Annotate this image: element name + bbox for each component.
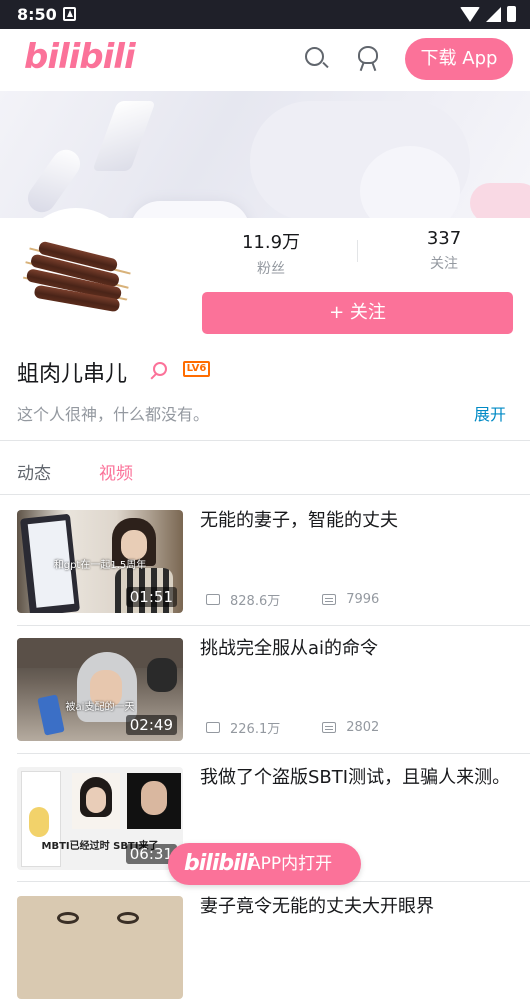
status-icons — [460, 6, 516, 22]
view-count: 226.1万 — [230, 722, 281, 737]
danmaku-icon — [322, 594, 337, 605]
play-count-icon — [206, 722, 220, 733]
followers-label: 粉丝 — [257, 261, 285, 277]
video-item[interactable]: 被ai支配的一天 02:49 挑战完全服从ai的命令 226.1万 2802 — [0, 622, 530, 750]
download-app-button[interactable]: 下载 App — [405, 38, 513, 80]
bilibili-logo[interactable]: bilibili — [24, 37, 136, 77]
video-meta: 828.6万 7996 — [200, 590, 379, 609]
video-thumbnail[interactable]: MBTI已经过时 SBTI来了 06:31 — [17, 767, 183, 870]
status-time: 8:50 — [17, 5, 57, 24]
video-duration: 02:49 — [125, 715, 177, 735]
notification-icon — [63, 7, 76, 21]
profile-banner — [0, 91, 530, 218]
open-in-app-label: APP内打开 — [249, 854, 333, 874]
danmaku-count: 2802 — [346, 720, 380, 735]
bilibili-logo: bilibili — [184, 851, 254, 876]
status-bar: 8:50 — [0, 0, 530, 29]
stat-divider — [357, 240, 358, 262]
thumbnail-caption: 和gpt在一起1.5周年 — [53, 560, 147, 571]
play-count-icon — [206, 594, 220, 605]
search-icon[interactable] — [303, 45, 329, 71]
video-duration: 01:51 — [125, 587, 177, 607]
following-count: 337 — [426, 228, 462, 249]
tab-dynamic[interactable]: 动态 — [17, 459, 51, 484]
wifi-icon — [460, 6, 480, 22]
video-item[interactable]: 妻子竟令无能的丈夫大开眼界 — [0, 880, 530, 1008]
level-badge: LV6 — [183, 361, 210, 377]
thumbnail-caption: 被ai支配的一天 — [65, 702, 135, 713]
video-title[interactable]: 无能的妻子，智能的丈夫 — [200, 508, 515, 533]
open-in-app-button[interactable]: bilibili APP内打开 — [168, 843, 361, 885]
video-title[interactable]: 我做了个盗版SBTI测试，且骗人来测。 — [200, 765, 515, 790]
followers-stat[interactable]: 11.9万 粉丝 — [211, 228, 331, 278]
video-title[interactable]: 妻子竟令无能的丈夫大开眼界 — [200, 894, 515, 919]
video-thumbnail[interactable]: 被ai支配的一天 02:49 — [17, 638, 183, 741]
followers-count: 11.9万 — [241, 232, 301, 253]
female-icon — [153, 362, 167, 376]
expand-link[interactable]: 展开 — [474, 401, 506, 425]
video-title[interactable]: 挑战完全服从ai的命令 — [200, 636, 515, 661]
video-meta: 226.1万 2802 — [200, 718, 379, 737]
video-thumbnail[interactable] — [17, 896, 183, 999]
avatar[interactable] — [16, 208, 136, 328]
divider — [0, 440, 530, 441]
user-sign: 这个人很神，什么都没有。 — [17, 405, 210, 424]
top-header: bilibili 下载 App — [0, 29, 530, 91]
following-stat[interactable]: 337 关注 — [384, 228, 504, 273]
video-thumbnail[interactable]: 和gpt在一起1.5周年 01:51 — [17, 510, 183, 613]
following-label: 关注 — [430, 256, 458, 272]
danmaku-count: 7996 — [346, 592, 380, 607]
user-icon[interactable] — [355, 45, 381, 72]
signal-icon — [486, 6, 501, 22]
tab-video[interactable]: 视频 — [99, 459, 133, 484]
view-count: 828.6万 — [230, 594, 281, 609]
video-item[interactable]: 和gpt在一起1.5周年 01:51 无能的妻子，智能的丈夫 828.6万 79… — [0, 494, 530, 622]
battery-icon — [507, 6, 516, 22]
user-name: 蛆肉儿串儿 — [17, 362, 128, 387]
danmaku-icon — [322, 722, 337, 733]
follow-button[interactable]: + 关注 — [202, 292, 513, 334]
